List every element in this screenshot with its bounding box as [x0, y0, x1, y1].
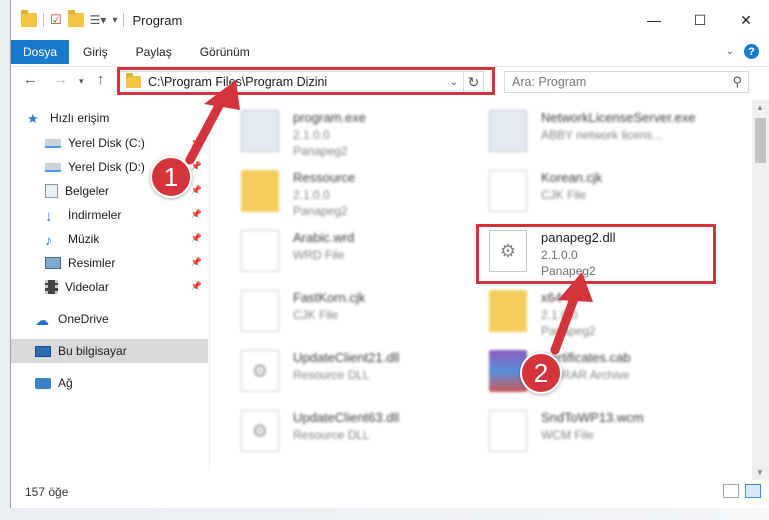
arrow-2-shaft: [550, 291, 580, 355]
callout-badge-1: 1: [150, 156, 192, 198]
arrow-1-shaft: [185, 95, 227, 165]
arrow-1-head: [204, 80, 240, 110]
arrow-2-head: [558, 272, 593, 302]
callout-arrows: [185, 80, 593, 355]
callout-badge-2: 2: [520, 352, 562, 394]
